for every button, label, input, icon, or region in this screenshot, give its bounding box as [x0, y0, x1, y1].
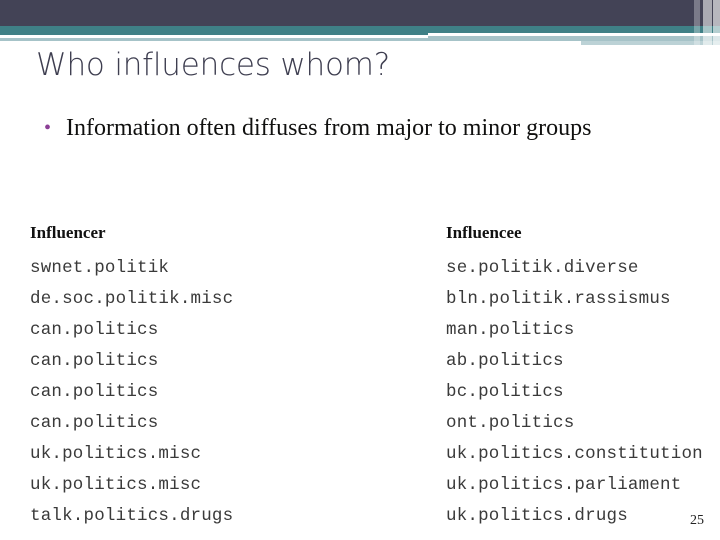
header-band-dark	[0, 0, 720, 26]
table-row: can.politics	[30, 351, 159, 371]
table-row: talk.politics.drugs	[30, 506, 234, 526]
table-row: uk.politics.constitution	[446, 444, 703, 464]
table-row: bc.politics	[446, 382, 564, 402]
influencee-column: Influencee se.politik.diverse bln.politi…	[374, 222, 720, 532]
column-header-influencee: Influencee	[446, 223, 522, 242]
table-row: se.politik.diverse	[446, 258, 639, 278]
table-row: uk.politics.misc	[30, 475, 202, 495]
header-band-notch-left	[0, 35, 428, 38]
table-row: uk.politics.parliament	[446, 475, 682, 495]
header-band-gap-right	[428, 33, 720, 36]
slide-header-decoration	[0, 0, 720, 46]
table-row: can.politics	[30, 382, 159, 402]
table-row: de.soc.politik.misc	[30, 289, 234, 309]
header-vertical-strip-2	[703, 0, 712, 46]
table-row: uk.politics.misc	[30, 444, 202, 464]
slide-title: Who influences whom?	[36, 47, 391, 83]
header-vertical-strip-3	[713, 0, 720, 46]
table-row: can.politics	[30, 413, 159, 433]
bullet-text: Information often diffuses from major to…	[66, 115, 592, 141]
bullet-list: • Information often diffuses from major …	[44, 112, 684, 145]
table-row: uk.politics.drugs	[446, 506, 628, 526]
table-row: man.politics	[446, 320, 575, 340]
table-row: can.politics	[30, 320, 159, 340]
table-row: swnet.politik	[30, 258, 170, 278]
table-row: ont.politics	[446, 413, 575, 433]
bullet-marker-icon: •	[44, 117, 52, 139]
table-row: ab.politics	[446, 351, 564, 371]
table-row: bln.politik.rassismus	[446, 289, 671, 309]
list-item: • Information often diffuses from major …	[44, 112, 684, 145]
page-number: 25	[690, 513, 704, 528]
influence-table: Influencer swnet.politik de.soc.politik.…	[0, 222, 720, 532]
influencer-column: Influencer swnet.politik de.soc.politik.…	[0, 222, 374, 532]
column-header-influencer: Influencer	[30, 223, 106, 242]
header-vertical-strip-1	[694, 0, 700, 46]
